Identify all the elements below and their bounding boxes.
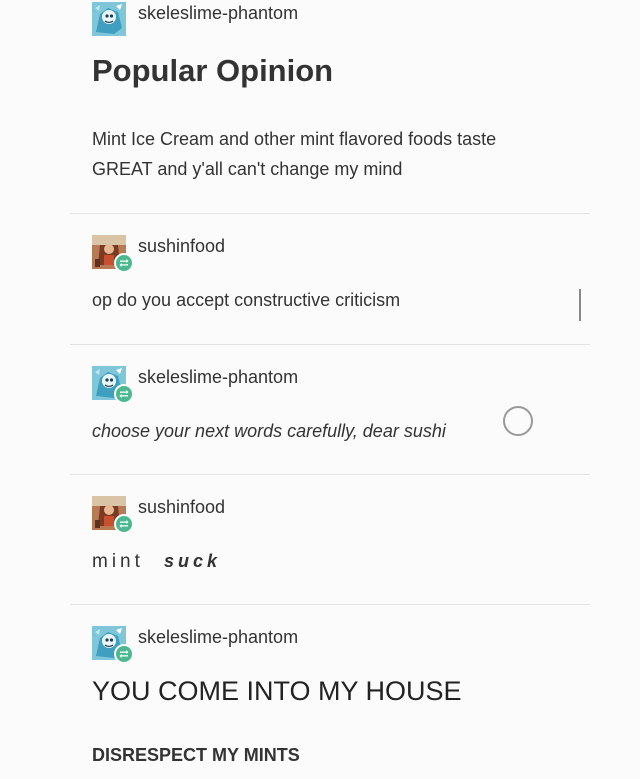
reply-heading: YOU COME INTO MY HOUSE (92, 676, 462, 706)
reply: skeleslime-phantom choose your next word… (0, 356, 640, 471)
post-title: Popular Opinion (92, 53, 334, 88)
divider (70, 474, 590, 475)
reply: sushinfood op do you accept constructive… (0, 225, 640, 340)
divider (70, 344, 590, 345)
sushinfood-avatar-icon[interactable] (92, 235, 134, 273)
username[interactable]: sushinfood (138, 497, 225, 518)
reply-text: mint suck (92, 546, 221, 577)
post-body-line: Mint Ice Cream and other mint flavored f… (92, 129, 497, 149)
divider (70, 213, 590, 214)
reply-word-emphasis: suck (163, 551, 221, 571)
reply: skeleslime-phantom YOU COME INTO MY HOUS… (0, 616, 640, 779)
reblog-icon (114, 384, 134, 404)
username[interactable]: skeleslime-phantom (138, 3, 298, 24)
divider (70, 604, 590, 605)
original-post: skeleslime-phantom Popular Opinion Mint … (0, 0, 640, 205)
reblog-icon (114, 644, 134, 664)
skeleslime-avatar-icon[interactable] (92, 366, 134, 404)
reply-word: mint (92, 551, 144, 572)
post-body: Mint Ice Cream and other mint flavored f… (92, 124, 496, 184)
sushinfood-avatar-icon[interactable] (92, 496, 134, 534)
reply-subheading: DISRESPECT MY MINTS (92, 745, 300, 765)
reblog-icon (114, 514, 134, 534)
username[interactable]: skeleslime-phantom (138, 367, 298, 388)
reblog-icon (114, 253, 134, 273)
username[interactable]: skeleslime-phantom (138, 627, 298, 648)
reply-text: op do you accept constructive criticism (92, 290, 401, 310)
scrollbar[interactable] (579, 289, 581, 321)
reply: sushinfood mint suck (0, 486, 640, 601)
reply-text: choose your next words carefully, dear s… (92, 421, 446, 441)
radio-button[interactable] (503, 406, 533, 436)
username[interactable]: sushinfood (138, 236, 225, 257)
skeleslime-avatar-icon[interactable] (92, 626, 134, 664)
post-body-line: GREAT and y'all can't change my mind (92, 159, 403, 179)
skeleslime-avatar-icon[interactable] (92, 2, 126, 36)
